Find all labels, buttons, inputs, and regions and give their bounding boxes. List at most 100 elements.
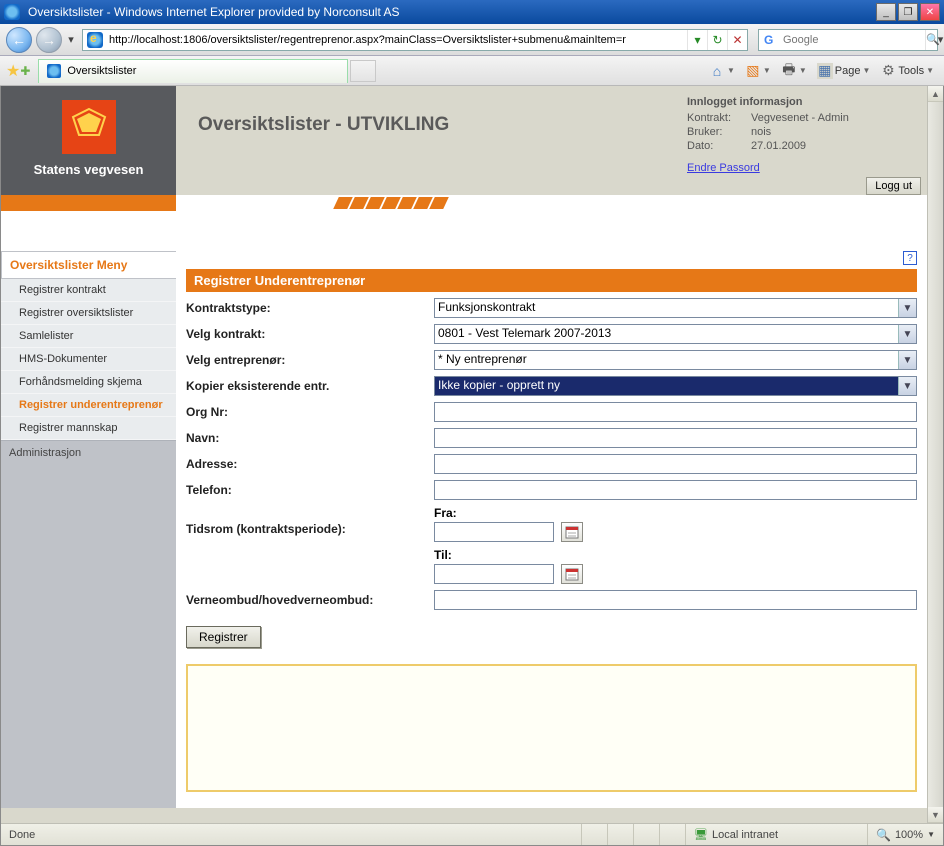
command-bar: ⌂▼ ▧▼ 🖶▼ ▦Page ▼ ⚙Tools ▼ [709, 63, 938, 79]
select-kopier[interactable]: Ikke kopier - opprett ny [434, 376, 917, 396]
rss-icon: ▧ [745, 63, 761, 79]
select-velg-kontrakt[interactable]: 0801 - Vest Telemark 2007-2013 [434, 324, 917, 344]
info-bruker-value: nois [751, 126, 771, 138]
new-tab-button[interactable] [350, 60, 376, 82]
url-dropdown[interactable]: ▾ [687, 30, 707, 50]
browser-navbar: ← → ▾ ▾ ↻ ✕ G 🔍 ▾ [0, 24, 944, 56]
input-orgnr[interactable] [434, 402, 917, 422]
page-banner: Statens vegvesen Oversiktslister - UTVIK… [1, 86, 927, 195]
info-kontrakt-label: Kontrakt: [687, 112, 745, 124]
calendar-til-button[interactable] [561, 564, 583, 584]
submit-button[interactable]: Registrer [186, 626, 261, 648]
rss-button[interactable]: ▧▼ [745, 63, 771, 79]
help-icon[interactable]: ? [903, 251, 917, 265]
google-icon: G [763, 32, 779, 48]
home-button[interactable]: ⌂▼ [709, 63, 735, 79]
label-tidsrom: Tidsrom (kontraktsperiode): [186, 506, 434, 536]
browser-tab[interactable]: Oversiktslister [38, 59, 348, 83]
form-area: ? Registrer Underentreprenør Kontraktsty… [176, 251, 927, 808]
scroll-down-icon[interactable]: ▼ [928, 807, 943, 823]
window-minimize-button[interactable]: _ [876, 3, 896, 21]
window-restore-button[interactable]: ❐ [898, 3, 918, 21]
calendar-fra-button[interactable] [561, 522, 583, 542]
window-titlebar: Oversiktslister - Windows Internet Explo… [0, 0, 944, 24]
menu-registrer-oversiktslister[interactable]: Registrer oversiktslister [1, 302, 176, 325]
label-velg-entreprenor: Velg entreprenør: [186, 353, 434, 367]
zoom-icon: 🔍 [876, 828, 891, 842]
stop-button[interactable]: ✕ [727, 30, 747, 50]
input-adresse[interactable] [434, 454, 917, 474]
favorites-icon[interactable]: ★ [6, 61, 20, 81]
page-title: Oversiktslister - UTVIKLING [198, 114, 655, 136]
zoom-value: 100% [895, 829, 923, 841]
security-zone: 🖥 Local intranet [685, 824, 867, 845]
login-info: Innlogget informasjon Kontrakt: Vegvesene… [677, 86, 927, 195]
logout-button[interactable]: Logg ut [866, 177, 921, 195]
scroll-up-icon[interactable]: ▲ [928, 86, 943, 102]
label-kopier: Kopier eksisterende entr. [186, 379, 434, 393]
search-box: G 🔍 ▾ [758, 29, 938, 51]
label-fra: Fra: [434, 506, 917, 520]
menu-forhandsmelding[interactable]: Forhåndsmelding skjema [1, 371, 176, 394]
tab-icon [47, 64, 61, 78]
back-button[interactable]: ← [6, 27, 32, 53]
info-dato-value: 27.01.2009 [751, 140, 806, 152]
nav-history-dropdown[interactable]: ▾ [64, 28, 78, 52]
menu-hms-dokumenter[interactable]: HMS-Dokumenter [1, 348, 176, 371]
info-dato-label: Dato: [687, 140, 745, 152]
label-navn: Navn: [186, 431, 434, 445]
message-box [186, 664, 917, 792]
reload-button[interactable]: ↻ [707, 30, 727, 50]
label-velg-kontrakt: Velg kontrakt: [186, 327, 434, 341]
page-menu[interactable]: ▦Page ▼ [817, 63, 871, 79]
label-kontraktstype: Kontraktstype: [186, 301, 434, 315]
orange-divider [1, 195, 927, 211]
search-input[interactable] [783, 34, 925, 46]
brand-name: Statens vegvesen [7, 162, 170, 177]
menu-administrasjon[interactable]: Administrasjon [1, 440, 176, 465]
forward-button[interactable]: → [36, 27, 62, 53]
label-til: Til: [434, 548, 917, 562]
intranet-icon: 🖥 [694, 828, 708, 841]
label-telefon: Telefon: [186, 483, 434, 497]
input-til[interactable] [434, 564, 554, 584]
zoom-control[interactable]: 🔍 100% ▼ [867, 824, 943, 845]
select-kontraktstype[interactable]: Funksjonskontrakt [434, 298, 917, 318]
info-header: Innlogget informasjon [687, 96, 917, 108]
sidebar: Oversiktslister Meny Registrer kontrakt … [1, 251, 176, 808]
print-button[interactable]: 🖶▼ [781, 63, 807, 79]
address-bar: ▾ ↻ ✕ [82, 29, 748, 51]
window-close-button[interactable]: ✕ [920, 3, 940, 21]
label-adresse: Adresse: [186, 457, 434, 471]
status-done: Done [1, 824, 581, 845]
brand-area: Statens vegvesen [1, 86, 176, 195]
tools-label: Tools [898, 65, 924, 77]
search-provider-dropdown[interactable]: ▾ [938, 28, 944, 52]
add-favorite-icon[interactable]: ✚ [20, 64, 30, 78]
page-label: Page [835, 65, 861, 77]
site-icon [87, 32, 103, 48]
url-input[interactable] [107, 31, 687, 49]
menu-registrer-kontrakt[interactable]: Registrer kontrakt [1, 279, 176, 302]
label-verneombud: Verneombud/hovedverneombud: [186, 593, 434, 607]
input-verneombud[interactable] [434, 590, 917, 610]
ie-icon [4, 4, 20, 20]
home-icon: ⌂ [709, 63, 725, 79]
page-icon: ▦ [817, 63, 833, 79]
tools-menu[interactable]: ⚙Tools ▼ [880, 63, 934, 79]
select-velg-entreprenor[interactable]: * Ny entreprenør [434, 350, 917, 370]
info-bruker-label: Bruker: [687, 126, 745, 138]
info-kontrakt-value: Vegvesenet - Admin [751, 112, 849, 124]
brand-logo [62, 100, 116, 154]
input-fra[interactable] [434, 522, 554, 542]
input-telefon[interactable] [434, 480, 917, 500]
change-password-link[interactable]: Endre Passord [687, 162, 760, 174]
print-icon: 🖶 [781, 63, 797, 79]
input-navn[interactable] [434, 428, 917, 448]
vertical-scrollbar[interactable]: ▲ ▼ [927, 86, 943, 823]
menu-samlelister[interactable]: Samlelister [1, 325, 176, 348]
menu-registrer-mannskap[interactable]: Registrer mannskap [1, 417, 176, 440]
status-bar: Done 🖥 Local intranet 🔍 100% ▼ [1, 823, 943, 845]
form-title: Registrer Underentreprenør [186, 269, 917, 292]
menu-registrer-underentreprenor[interactable]: Registrer underentreprenør [1, 394, 176, 417]
